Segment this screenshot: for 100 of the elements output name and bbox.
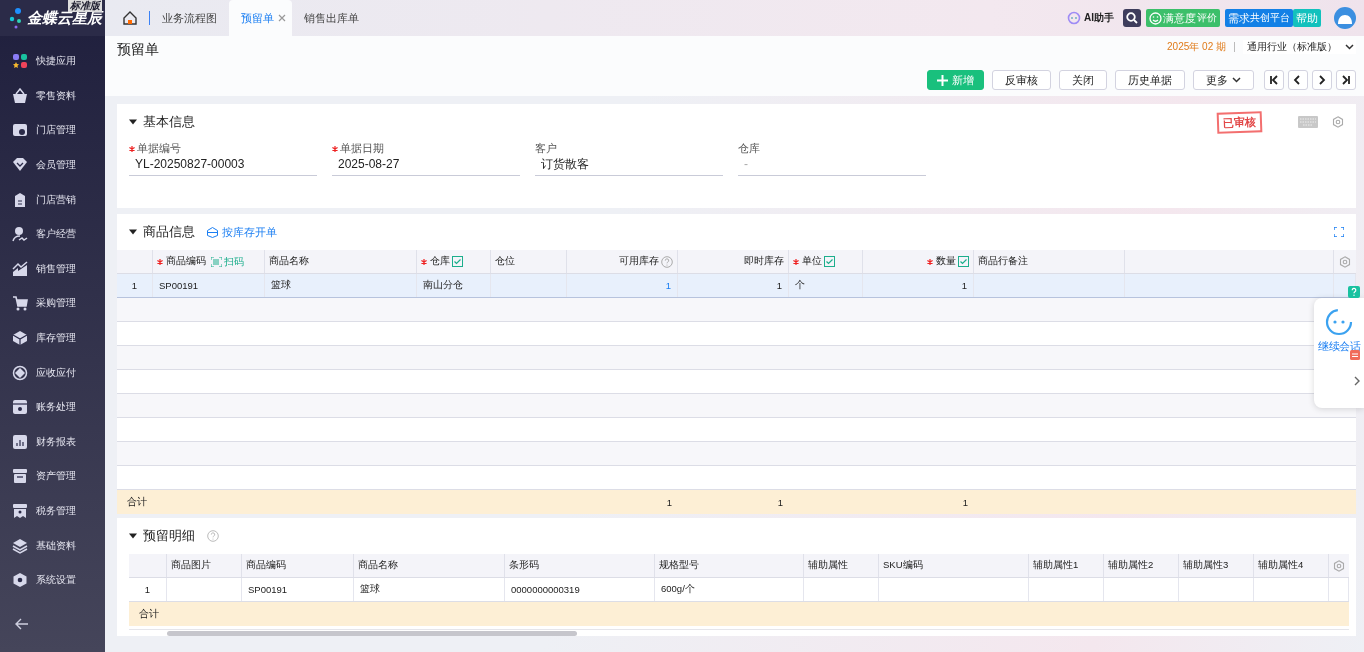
settings-icon[interactable] [1333,559,1345,572]
sidebar-item[interactable]: 库存管理 [0,320,105,356]
sidebar-item[interactable]: 门店管理 [0,113,105,148]
sidebar-item[interactable]: 零售资料 [0,78,105,114]
close-icon[interactable] [278,14,286,22]
apps-icon [12,53,28,70]
box-icon [207,226,218,238]
toolbar-button[interactable]: 历史单据 [1115,70,1185,90]
sidebar-item[interactable]: 会员管理 [0,147,105,183]
archive-icon [12,399,28,416]
checkbox-icon[interactable] [824,256,835,267]
sidebar-item[interactable]: 采购管理 [0,286,105,321]
field-value: 2025-08-27 [337,156,401,173]
sidebar-label: 资产管理 [36,469,76,484]
toolbar-button[interactable]: 关闭 [1059,70,1107,90]
column-header: 商品行备注 [978,255,1028,268]
tab[interactable]: 销售出库单 [292,0,371,36]
sidebar-item[interactable]: 系统设置 [0,562,105,598]
sidebar-item[interactable]: 税务管理 [0,493,105,529]
avatar-icon[interactable] [1334,7,1356,29]
sidebar-label: 账务处理 [36,400,76,415]
last-page-button[interactable] [1336,70,1356,90]
sidebar-item[interactable]: 客户经营 [0,216,105,252]
collapse-triangle-icon[interactable] [129,118,137,126]
column-header: 仓库 [430,255,450,268]
column-header: 辅助属性4 [1258,559,1304,572]
column-header: 即时库存 [744,255,784,268]
sidebar-label: 快捷应用 [36,54,76,69]
table-cell: 1 [129,578,167,601]
search-icon [1126,12,1138,24]
sidebar-label: 门店营销 [36,192,76,207]
table-cell-text: 1 [776,495,784,510]
chevron-right-icon[interactable] [1354,376,1360,386]
checkbox-icon[interactable] [452,256,463,267]
column-header: 辅助属性1 [1033,559,1079,572]
checkbox-icon[interactable] [958,256,969,267]
chat-widget[interactable]: 继续会话 [1314,298,1364,408]
table-cell-text: 1 [961,495,969,510]
ai-assistant-button[interactable]: AI助手 [1067,11,1114,25]
column-header: 单位 [802,255,822,268]
calendar-icon[interactable] [1350,350,1360,360]
sidebar-label: 销售管理 [36,261,76,276]
table-cell-text: 合计 [126,494,148,509]
section-title: 基本信息 [143,113,195,131]
search-button[interactable] [1123,9,1141,27]
tab[interactable]: 业务流程图 [150,0,229,36]
table-cell: SP00191 [153,274,265,297]
sidebar-label: 门店管理 [36,123,76,138]
sidebar-item[interactable]: 基础资料 [0,528,105,563]
basket-icon [12,87,28,104]
field-value: 订货散客 [540,156,590,173]
input-field[interactable]: 客户 订货散客 [535,142,723,176]
previous-icon [1293,75,1303,85]
scan-icon [211,256,222,267]
approved-stamp: 已审核 [1216,110,1263,134]
sidebar-label: 会员管理 [36,158,76,173]
platform-button[interactable]: 需求共创平台 [1225,9,1293,27]
collapse-triangle-icon[interactable] [129,228,137,236]
sidebar-item[interactable]: 财务报表 [0,424,105,460]
table-cell: 1 [678,274,789,297]
sidebar-item[interactable]: 应收应付 [0,355,105,390]
sidebar-item[interactable]: 快捷应用 [0,44,105,79]
collapse-arrow-icon[interactable] [15,618,29,630]
cube-icon [12,330,28,347]
collapse-triangle-icon[interactable] [129,532,137,540]
stock-order-link[interactable]: 按库存开单 [207,224,277,240]
field-value: YL-20250827-00003 [134,156,246,173]
previous-button[interactable] [1288,70,1308,90]
help-badge-icon[interactable] [1348,286,1360,298]
fullscreen-icon[interactable] [1334,227,1344,237]
plus-icon [937,74,948,86]
sidebar-item[interactable]: 资产管理 [0,459,105,494]
column-header: 数量 [936,255,956,268]
table-cell: 600g/个 [655,578,804,601]
table-row[interactable]: 1 SP00191 篮球 南山分仓 1 1 个 1 [117,274,1356,298]
column-header: 辅助属性2 [1108,559,1154,572]
first-page-button[interactable] [1264,70,1284,90]
help-icon[interactable] [207,530,219,542]
input-field[interactable]: 单据编号 YL-20250827-00003 [129,142,317,176]
last-page-icon [1341,75,1351,85]
next-button[interactable] [1312,70,1332,90]
assistant-icon [1067,11,1081,25]
settings-icon[interactable] [1332,116,1344,128]
dropdown-button[interactable]: 更多 [1193,70,1254,90]
scrollbar-thumb[interactable] [167,631,577,636]
first-page-icon [1269,75,1279,85]
toolbar-button[interactable]: 反审核 [992,70,1051,90]
sidebar-label: 应收应付 [36,365,76,380]
help-icon[interactable] [661,255,673,268]
industry-selector[interactable]: 通用行业（标准版） [1243,40,1356,54]
sidebar-item[interactable]: 销售管理 [0,251,105,287]
table-cell: 1 [117,274,153,297]
cycle-icon [12,364,28,381]
sidebar-item[interactable]: 门店营销 [0,182,105,217]
sidebar-item[interactable]: 账务处理 [0,389,105,425]
table-cell: 南山分仓 [417,274,491,297]
input-field[interactable]: 单据日期 2025-08-27 [332,142,520,176]
sidebar-label: 客户经营 [36,227,76,242]
tab[interactable]: 预留单 [229,0,292,36]
settings-icon[interactable] [1339,255,1351,268]
